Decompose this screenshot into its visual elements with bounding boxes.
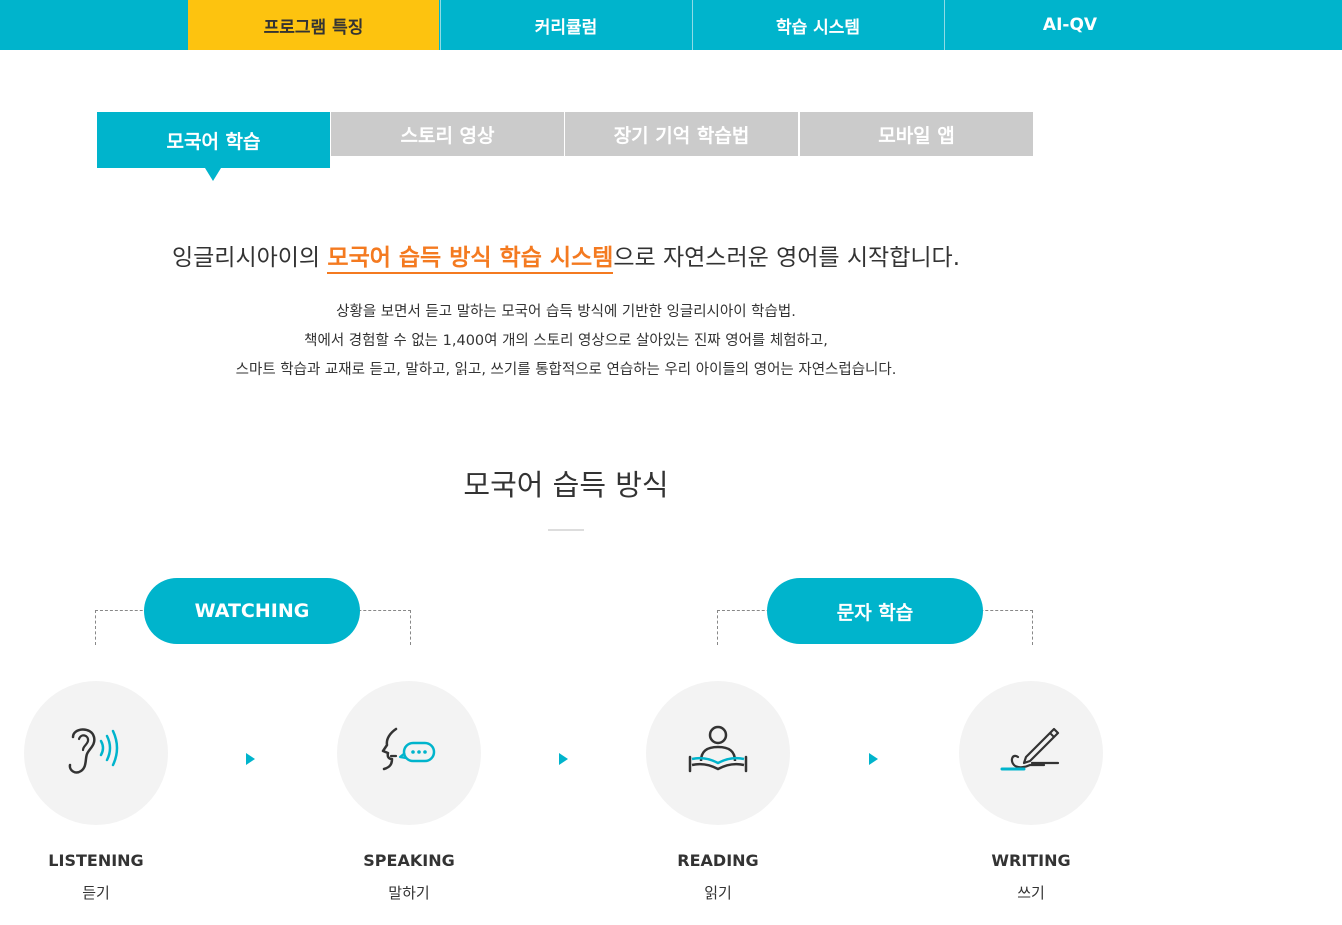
skill-sublabel-reading: 읽기 — [704, 884, 732, 902]
writing-icon — [1000, 727, 1060, 771]
arrow-icon — [869, 753, 878, 765]
section-divider — [548, 529, 584, 531]
section-title: 모국어 습득 방식 — [463, 468, 669, 502]
description-line: 상황을 보면서 듣고 말하는 모국어 습득 방식에 기반한 잉글리시아이 학습법… — [336, 304, 796, 320]
listening-circle — [24, 681, 168, 825]
description-line: 책에서 경험할 수 없는 1,400여 개의 스토리 영상으로 살아있는 진짜 … — [304, 333, 828, 349]
headline: 잉글리시아이의 모국어 습득 방식 학습 시스템으로 자연스러운 영어를 시작합… — [0, 238, 1132, 274]
description-line: 스마트 학습과 교재로 듣고, 말하고, 읽고, 쓰기를 통합적으로 연습하는 … — [235, 362, 897, 378]
reading-circle — [646, 681, 790, 825]
subtab-mobile-app[interactable]: 모바일 앱 — [800, 112, 1033, 156]
tab-learning-system[interactable]: 학습 시스템 — [692, 0, 943, 50]
tab-program-features[interactable]: 프로그램 특징 — [188, 0, 439, 50]
speaking-circle — [337, 681, 481, 825]
skill-label-reading: READING — [677, 851, 759, 870]
skill-sublabel-writing: 쓰기 — [1017, 884, 1045, 902]
headline-prefix: 잉글리시아이의 — [171, 245, 328, 271]
top-nav: 프로그램 특징 커리큘럼 학습 시스템 AI-QV — [0, 0, 1342, 50]
skill-label-speaking: SPEAKING — [363, 851, 455, 870]
tab-ai-qv[interactable]: AI-QV — [944, 0, 1195, 50]
subtab-long-term-memory[interactable]: 장기 기억 학습법 — [565, 112, 798, 156]
ear-icon — [68, 728, 119, 774]
headline-highlight: 모국어 습득 방식 학습 시스템 — [327, 245, 614, 274]
description: 상황을 보면서 듣고 말하는 모국어 습득 방식에 기반한 잉글리시아이 학습법… — [0, 298, 1132, 385]
writing-circle — [959, 681, 1103, 825]
text-learning-pill: 문자 학습 — [767, 578, 983, 644]
arrow-icon — [559, 753, 568, 765]
watching-pill: WATCHING — [144, 578, 360, 644]
arrow-icon — [246, 753, 255, 765]
skill-label-writing: WRITING — [991, 851, 1071, 870]
subtab-story-video[interactable]: 스토리 영상 — [331, 112, 564, 156]
skill-label-listening: LISTENING — [48, 851, 144, 870]
skill-sublabel-listening: 듣기 — [82, 884, 110, 902]
sub-tabs: 모국어 학습 스토리 영상 장기 기억 학습법 모바일 앱 — [97, 112, 1034, 181]
headline-suffix: 으로 자연스러운 영어를 시작합니다. — [613, 245, 961, 271]
skill-sublabel-speaking: 말하기 — [388, 884, 430, 902]
subtab-native-language-learning[interactable]: 모국어 학습 — [97, 112, 330, 181]
speaking-icon — [381, 727, 436, 771]
reading-icon — [688, 725, 748, 773]
tab-curriculum[interactable]: 커리큘럼 — [440, 0, 691, 50]
